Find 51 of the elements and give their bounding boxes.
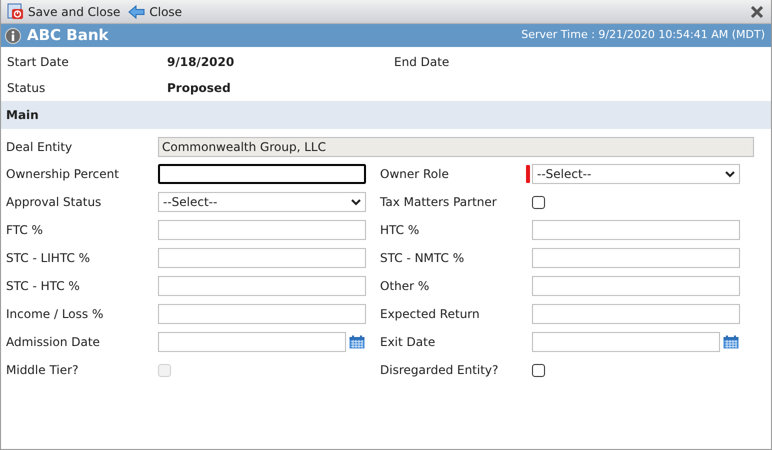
input-field[interactable] [158,164,366,184]
input-field[interactable] [532,304,740,324]
date-field[interactable] [532,332,720,352]
close-button[interactable]: Close [128,2,182,20]
date-field[interactable] [158,332,346,352]
field-label: Disregarded Entity? [380,362,498,379]
calendar-icon[interactable] [723,335,739,349]
field-label: Admission Date [6,334,100,351]
field-label: HTC % [380,222,420,239]
save-and-close-button[interactable]: Save and Close [7,2,120,20]
field-label: Ownership Percent [6,166,119,183]
chevron-down-icon [351,198,361,206]
dropdown[interactable]: --Select-- [532,164,740,184]
field-label: Income / Loss % [6,306,104,323]
left-arrow-icon [128,4,146,18]
chevron-down-icon [725,170,735,178]
field-label: Tax Matters Partner [380,194,497,211]
field-label: Owner Role [380,166,449,183]
input-field[interactable] [532,276,740,296]
field-label: Approval Status [6,194,102,211]
calendar-icon[interactable] [349,335,365,349]
input-field[interactable] [158,248,366,268]
field-label: Deal Entity [6,138,74,156]
dropdown[interactable]: --Select-- [158,192,366,212]
field-label: STC - NMTC % [380,250,464,267]
input-field[interactable] [158,220,366,240]
field-label: STC - HTC % [6,278,80,295]
input-field[interactable] [158,276,366,296]
field-label: FTC % [6,222,43,239]
field-label: Start Date [7,54,69,71]
page-title: ABC Bank [27,25,108,46]
read-only-field: Commonwealth Group, LLC [158,136,754,156]
field-value: 9/18/2020 [167,54,234,71]
info-icon [5,28,21,44]
field-label: Other % [380,278,430,295]
close-icon[interactable] [749,4,765,20]
field-value: Proposed [167,80,231,96]
input-field[interactable] [158,304,366,324]
field-label: Status [7,80,46,96]
field-label: STC - LIHTC % [6,250,90,267]
input-field[interactable] [532,248,740,268]
input-field[interactable] [532,220,740,240]
checkbox[interactable] [532,364,545,376]
server-time: Server Time : 9/21/2020 10:54:41 AM (MDT) [521,27,766,44]
field-label: Expected Return [380,306,480,323]
checkbox[interactable] [532,196,545,208]
save-power-icon [7,3,24,20]
field-label: Exit Date [380,334,436,351]
section-title: Main [6,107,39,124]
field-label: Middle Tier? [6,362,78,379]
field-label: End Date [394,54,450,71]
